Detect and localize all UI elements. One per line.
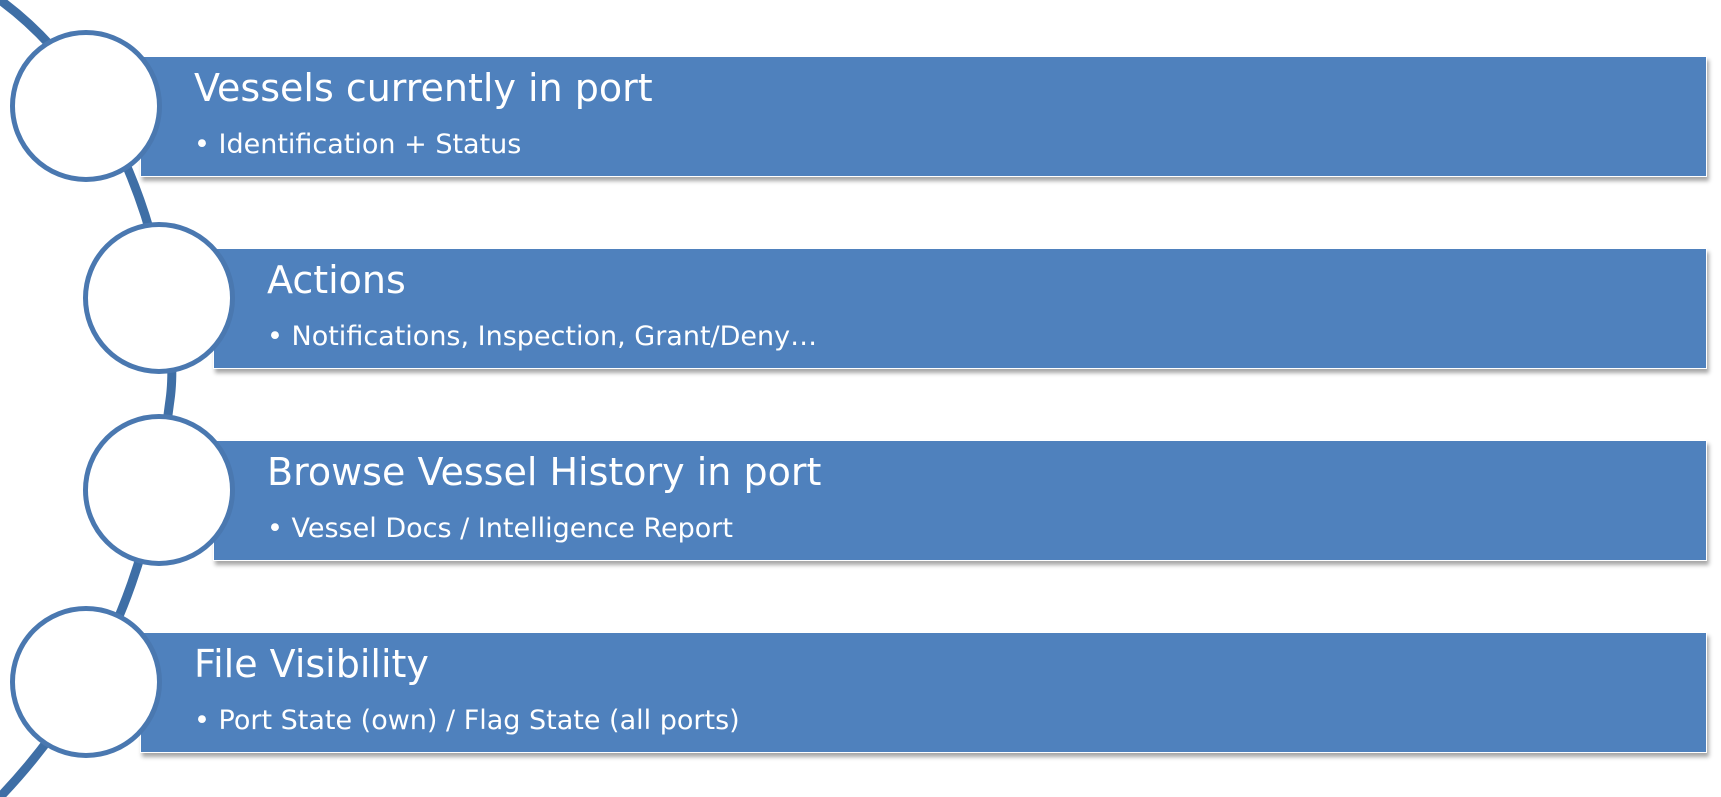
item-bullet: • Identification + Status [194,129,522,160]
item-title: Vessels currently in port [194,66,653,110]
item-bar: Actions • Notifications, Inspection, Gra… [213,248,1707,369]
list-item-vessel-history: Browse Vessel History in port • Vessel D… [0,414,1721,574]
item-circle [10,30,162,182]
item-bar: File Visibility • Port State (own) / Fla… [140,632,1707,753]
item-circle [83,414,235,566]
item-circle [10,606,162,758]
item-title: Actions [267,258,406,302]
item-title: File Visibility [194,642,429,686]
item-bullet: • Port State (own) / Flag State (all por… [194,705,740,736]
item-bullet: • Notifications, Inspection, Grant/Deny… [267,321,818,352]
item-bullet: • Vessel Docs / Intelligence Report [267,513,733,544]
list-item-actions: Actions • Notifications, Inspection, Gra… [0,222,1721,382]
item-title: Browse Vessel History in port [267,450,822,494]
item-bar: Browse Vessel History in port • Vessel D… [213,440,1707,561]
list-item-file-visibility: File Visibility • Port State (own) / Fla… [0,606,1721,766]
item-circle [83,222,235,374]
item-bar: Vessels currently in port • Identificati… [140,56,1707,177]
list-item-vessels-in-port: Vessels currently in port • Identificati… [0,30,1721,190]
